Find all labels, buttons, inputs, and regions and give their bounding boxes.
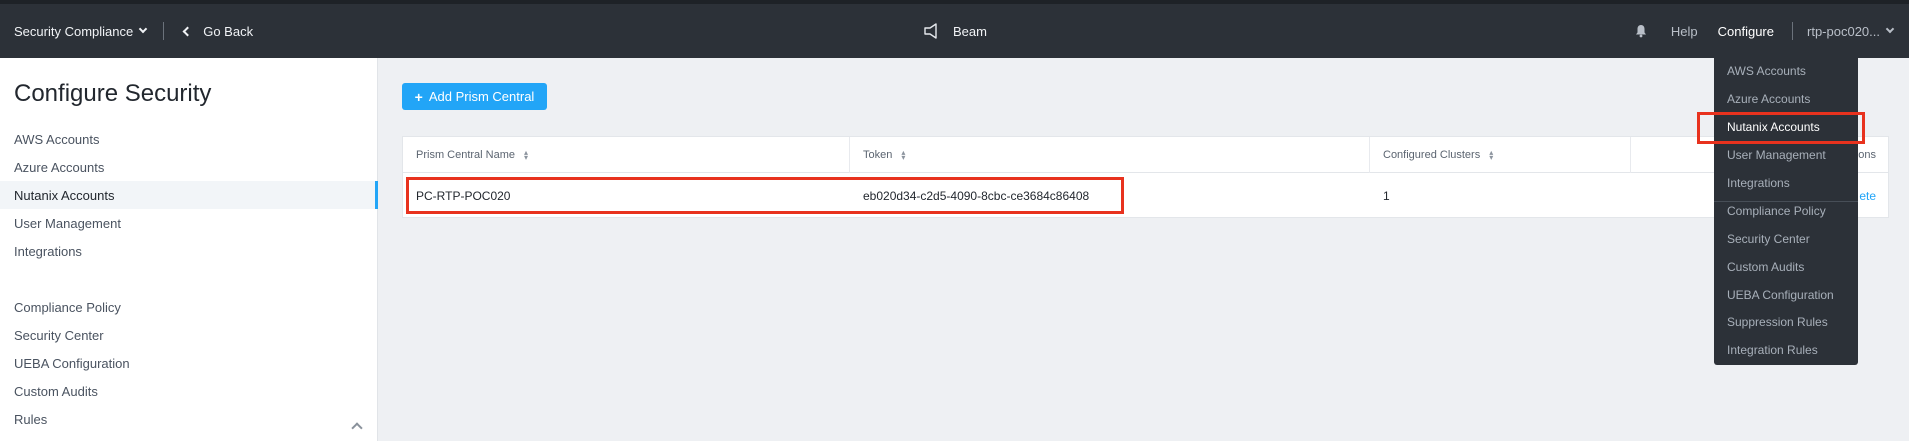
menu-item-integration-rules[interactable]: Integration Rules bbox=[1714, 338, 1858, 361]
sort-icon: ▴ ▾ bbox=[901, 148, 906, 162]
chevron-down-icon bbox=[138, 24, 148, 34]
sort-icon: ▴ ▾ bbox=[524, 148, 529, 162]
sidebar: Configure Security AWS Accounts Azure Ac… bbox=[0, 58, 378, 441]
column-header-configured-clusters[interactable]: Configured Clusters ▴ ▾ bbox=[1370, 137, 1631, 173]
top-navbar: Security Compliance Go Back Beam Help Co… bbox=[0, 4, 1909, 58]
beam-logo-icon bbox=[924, 23, 937, 39]
sidebar-item-ueba-configuration[interactable]: UEBA Configuration bbox=[0, 349, 378, 377]
cell-configured-clusters: 1 bbox=[1383, 188, 1390, 203]
add-prism-central-label: Add Prism Central bbox=[428, 89, 535, 104]
sidebar-item-custom-audits[interactable]: Custom Audits bbox=[0, 377, 378, 405]
go-back-label: Go Back bbox=[203, 23, 254, 39]
sidebar-item-nutanix-accounts[interactable]: Nutanix Accounts bbox=[0, 181, 378, 209]
column-header-token[interactable]: Token ▴ ▾ bbox=[850, 137, 1370, 173]
configure-dropdown-menu: AWS Accounts Azure Accounts Nutanix Acco… bbox=[1714, 54, 1858, 365]
menu-item-azure-accounts[interactable]: Azure Accounts bbox=[1714, 87, 1858, 110]
navbar-divider bbox=[163, 22, 165, 40]
prism-central-table: Prism Central Name ▴ ▾ Token ▴ ▾ Configure… bbox=[402, 136, 1889, 218]
menu-item-compliance-policy[interactable]: Compliance Policy bbox=[1714, 199, 1858, 222]
column-header-prism-central-name[interactable]: Prism Central Name ▴ ▾ bbox=[403, 137, 850, 173]
column-header-label: Token bbox=[863, 149, 893, 161]
sidebar-item-user-management[interactable]: User Management bbox=[0, 209, 378, 237]
sidebar-item-aws-accounts[interactable]: AWS Accounts bbox=[0, 125, 378, 153]
sort-icon: ▴ ▾ bbox=[1489, 148, 1494, 162]
menu-item-ueba-configuration[interactable]: UEBA Configuration bbox=[1714, 283, 1858, 306]
user-name: rtp-poc020... bbox=[1807, 23, 1880, 39]
app-brand: Beam bbox=[923, 4, 987, 58]
app-name: Beam bbox=[953, 23, 987, 39]
go-back-button[interactable]: Go Back bbox=[182, 23, 254, 39]
add-prism-central-button[interactable]: + Add Prism Central bbox=[402, 83, 547, 110]
chevron-down-icon bbox=[1885, 24, 1895, 34]
help-link[interactable]: Help bbox=[1671, 24, 1698, 39]
bell-icon[interactable] bbox=[1635, 24, 1647, 38]
sidebar-item-integrations[interactable]: Integrations bbox=[0, 237, 378, 265]
sidebar-item-compliance-policy[interactable]: Compliance Policy bbox=[0, 293, 378, 321]
navbar-divider bbox=[1792, 22, 1793, 40]
menu-item-suppression-rules[interactable]: Suppression Rules bbox=[1714, 310, 1858, 333]
column-header-label: Prism Central Name bbox=[416, 149, 516, 161]
menu-item-integrations[interactable]: Integrations bbox=[1714, 171, 1858, 194]
delete-link[interactable]: ete bbox=[1859, 173, 1876, 218]
menu-item-custom-audits[interactable]: Custom Audits bbox=[1714, 255, 1858, 278]
cell-token: eb020d34-c2d5-4090-8cbc-ce3684c86408 bbox=[863, 188, 1090, 203]
chevron-left-icon bbox=[182, 26, 193, 36]
navbar-right: Help Configure rtp-poc020... bbox=[1635, 4, 1895, 58]
column-header-label: Configured Clusters bbox=[1383, 149, 1481, 161]
sidebar-item-rules[interactable]: Rules bbox=[0, 405, 378, 433]
menu-item-nutanix-accounts[interactable]: Nutanix Accounts bbox=[1714, 115, 1858, 138]
product-switcher-label: Security Compliance bbox=[14, 23, 134, 39]
cell-prism-central-name: PC-RTP-POC020 bbox=[416, 188, 511, 203]
page-title: Configure Security bbox=[14, 80, 212, 107]
user-menu[interactable]: rtp-poc020... bbox=[1807, 23, 1895, 39]
menu-item-aws-accounts[interactable]: AWS Accounts bbox=[1714, 59, 1858, 82]
plus-icon: + bbox=[414, 88, 423, 105]
menu-item-user-management[interactable]: User Management bbox=[1714, 143, 1858, 166]
sidebar-item-security-center[interactable]: Security Center bbox=[0, 321, 378, 349]
column-header-label: ons bbox=[1858, 149, 1876, 161]
navbar-left: Security Compliance Go Back bbox=[14, 4, 253, 58]
product-switcher[interactable]: Security Compliance bbox=[14, 23, 148, 39]
sidebar-item-azure-accounts[interactable]: Azure Accounts bbox=[0, 153, 378, 181]
configure-menu-trigger[interactable]: Configure bbox=[1718, 24, 1774, 39]
menu-item-security-center[interactable]: Security Center bbox=[1714, 227, 1858, 250]
